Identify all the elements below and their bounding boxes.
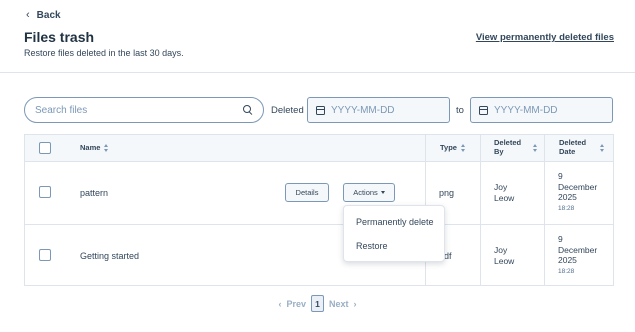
- pagination: ‹ Prev 1 Next ›: [0, 295, 635, 312]
- header-divider: [0, 72, 635, 73]
- table-row[interactable]: Getting started pdf Joy Leow 9 December 202…: [25, 224, 613, 286]
- menu-item-restore[interactable]: Restore: [356, 241, 388, 251]
- deleted-label: Deleted: [271, 105, 304, 116]
- sort-icon: [533, 144, 538, 152]
- file-type: png: [439, 188, 455, 198]
- column-header-name[interactable]: Name: [80, 135, 109, 161]
- search-field[interactable]: [24, 97, 264, 123]
- back-label: Back: [36, 9, 61, 21]
- date-from-input[interactable]: [331, 104, 431, 116]
- date-to-input[interactable]: [494, 104, 594, 116]
- back-link[interactable]: ‹ Back: [26, 9, 61, 21]
- column-type-label: Type: [440, 142, 457, 152]
- table-row[interactable]: pattern Details Actions png Joy Leow 9 Dec…: [25, 162, 613, 224]
- row-checkbox[interactable]: [39, 249, 51, 261]
- date-from-field[interactable]: [307, 97, 450, 123]
- column-name-label: Name: [80, 142, 101, 152]
- page-title: Files trash: [24, 29, 95, 45]
- caret-down-icon: [380, 191, 385, 194]
- details-button[interactable]: Details: [285, 183, 329, 202]
- page-subtitle: Restore files deleted in the last 30 day…: [24, 48, 184, 58]
- sort-icon: [104, 144, 109, 152]
- current-page[interactable]: 1: [311, 295, 324, 312]
- actions-label: Actions: [353, 188, 378, 197]
- column-deleted-by-label: Deleted By: [494, 138, 522, 156]
- date-to-field[interactable]: [470, 97, 613, 123]
- next-page-button[interactable]: Next: [329, 299, 349, 309]
- actions-button[interactable]: Actions: [343, 183, 395, 202]
- prev-page-button[interactable]: Prev: [286, 299, 306, 309]
- select-all-checkbox[interactable]: [39, 142, 51, 154]
- chevron-left-icon[interactable]: ‹: [278, 299, 281, 309]
- column-header-deleted-by[interactable]: Deleted By: [480, 135, 544, 161]
- files-table: Name Type Deleted By Deleted Date pattern …: [24, 134, 614, 286]
- chevron-left-icon: ‹: [26, 9, 30, 21]
- column-header-deleted-date[interactable]: Deleted Date: [544, 135, 614, 161]
- table-header: Name Type Deleted By Deleted Date: [25, 135, 613, 162]
- deleted-by: Joy Leow: [494, 245, 515, 266]
- to-label: to: [456, 105, 464, 116]
- deleted-date: 9 December 2025 18:28: [558, 171, 598, 212]
- view-permanently-deleted-link[interactable]: View permanently deleted files: [476, 32, 614, 43]
- calendar-icon: [316, 105, 325, 115]
- row-checkbox[interactable]: [39, 186, 51, 198]
- deleted-by: Joy Leow: [494, 182, 515, 203]
- search-icon: [243, 105, 253, 115]
- sort-icon: [460, 144, 466, 152]
- sort-icon: [600, 144, 605, 152]
- file-name[interactable]: pattern: [80, 188, 108, 198]
- column-deleted-date-label: Deleted Date: [559, 138, 587, 156]
- actions-dropdown-menu: Permanently delete Restore: [343, 205, 445, 262]
- menu-item-permanently-delete[interactable]: Permanently delete: [356, 217, 434, 227]
- deleted-date: 9 December 2025 18:28: [558, 234, 598, 275]
- search-input[interactable]: [35, 104, 243, 116]
- calendar-icon: [479, 105, 488, 115]
- column-header-type[interactable]: Type: [425, 135, 480, 161]
- file-name[interactable]: Getting started: [80, 251, 139, 261]
- chevron-right-icon[interactable]: ›: [354, 299, 357, 309]
